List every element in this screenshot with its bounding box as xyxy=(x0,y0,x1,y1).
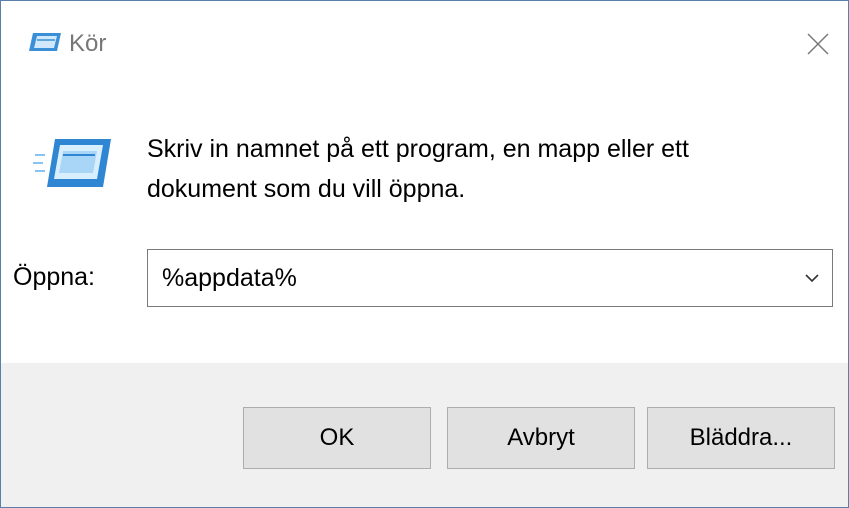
close-icon xyxy=(807,33,829,55)
chevron-down-icon[interactable] xyxy=(802,268,822,288)
close-button[interactable] xyxy=(788,1,848,87)
ok-button[interactable]: OK xyxy=(243,407,431,469)
cancel-button[interactable]: Avbryt xyxy=(447,407,635,469)
run-dialog-icon xyxy=(33,139,111,187)
title-bar[interactable]: Kör xyxy=(1,1,848,87)
window-title: Kör xyxy=(69,30,107,57)
open-label: Öppna: xyxy=(13,263,96,291)
browse-button[interactable]: Bläddra... xyxy=(647,407,835,469)
run-dialog: Kör Skriv in namnet på ett program, en m… xyxy=(0,0,849,508)
open-input[interactable] xyxy=(162,264,762,293)
open-combobox[interactable] xyxy=(147,249,833,307)
button-bar: OK Avbryt Bläddra... xyxy=(1,363,848,507)
instruction-text: Skriv in namnet på ett program, en mapp … xyxy=(147,135,689,203)
run-dialog-icon xyxy=(29,33,61,51)
